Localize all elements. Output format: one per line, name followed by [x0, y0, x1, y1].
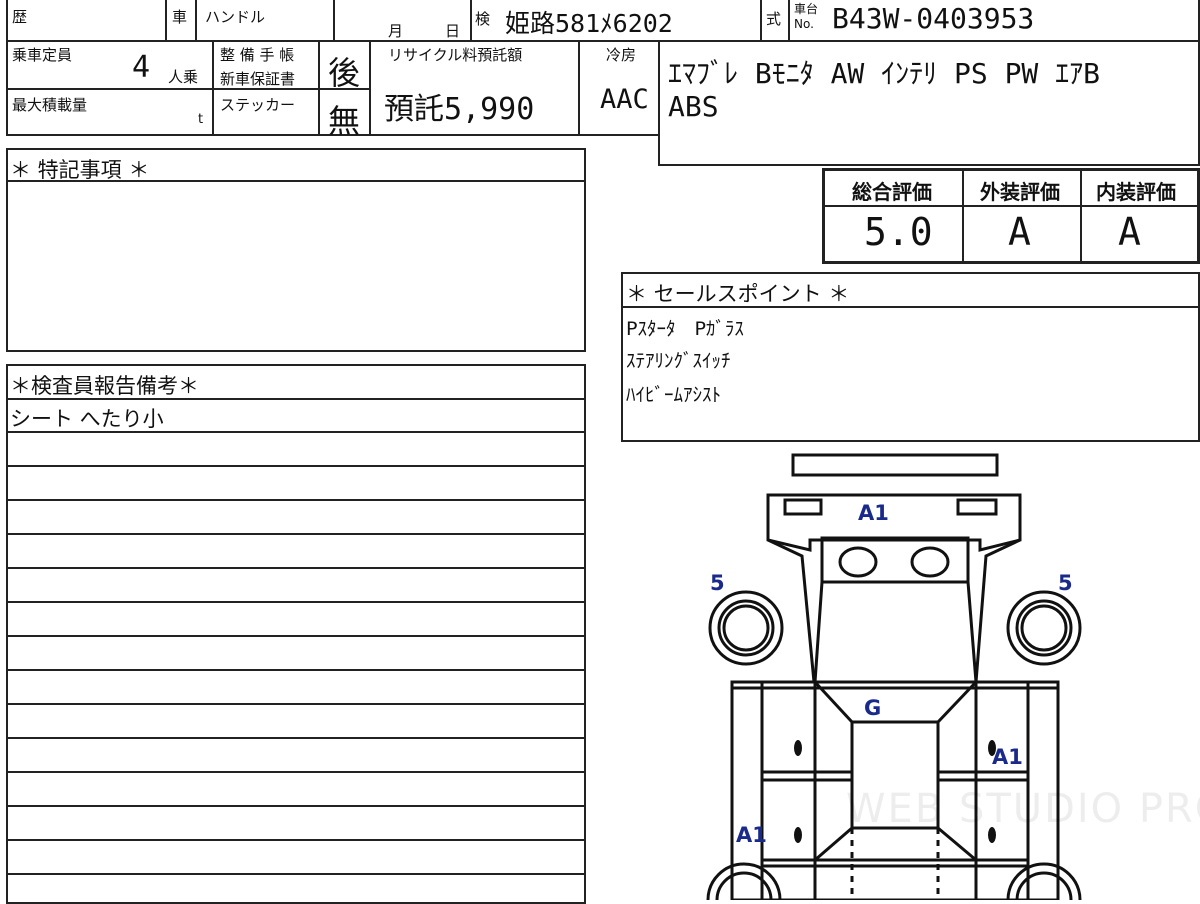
type-label: 式: [766, 10, 782, 28]
mark-left-rear: A1: [736, 823, 767, 847]
capacity-label: 乗車定員: [12, 46, 73, 64]
warranty-label: 新車保証書: [220, 70, 296, 88]
interior-rating-label: 内装評価: [1096, 180, 1176, 204]
interior-rating-value: A: [1118, 210, 1141, 254]
right-front-tire: [1006, 590, 1082, 666]
front-body: [766, 493, 1022, 552]
inspector-remark-line: シート へたり小: [10, 407, 164, 431]
special-notes-title: ＊ 特記事項 ＊: [10, 158, 150, 182]
chassis-label: 車台: [794, 2, 819, 16]
ac-label: 冷房: [606, 46, 637, 64]
inspection-label: 検: [475, 10, 491, 28]
ac-value: AAC: [600, 84, 649, 115]
recycle-label: リサイクル料預託額: [388, 46, 523, 64]
left-front-fender: [767, 538, 816, 684]
rear-window: [814, 826, 977, 862]
mark-front: A1: [858, 501, 889, 525]
sales-point-line: ﾊｲﾋﾞｰﾑｱｼｽﾄ: [626, 384, 722, 406]
hood: [820, 536, 970, 584]
equipment-line-1: ｴﾏﾌﾞﾚ Bﾓﾆﾀ AW ｲﾝﾃﾘ PS PW ｴｱB: [668, 57, 1101, 90]
left-front-tire: [708, 590, 784, 666]
chassis-number: B43W-0403953: [832, 2, 1035, 35]
handle-label: ハンドル: [205, 8, 266, 26]
left-headlight: [783, 498, 823, 516]
hood-mark-right: [910, 546, 950, 578]
maintenance-value: 後: [328, 54, 361, 92]
sticker-value: 無: [328, 102, 361, 140]
maxload-label: 最大積載量: [12, 96, 88, 114]
car-condition-diagram: A1 5 5 G A1 A1: [706, 453, 1082, 900]
hood-mark-left: [838, 546, 878, 578]
door-handle: [794, 740, 802, 756]
mark-right-front-tire: 5: [1058, 571, 1073, 595]
overall-rating-label: 総合評価: [852, 180, 932, 204]
day-label: 日: [445, 22, 461, 40]
mark-roof: G: [864, 696, 881, 720]
history-label: 歴: [12, 8, 28, 26]
mark-right-door: A1: [992, 745, 1023, 769]
capacity-value: 4: [132, 50, 151, 85]
maintenance-label: 整 備 手 帳: [220, 46, 295, 64]
left-rear-tire: [706, 862, 782, 900]
right-rear-tire: [1006, 862, 1082, 900]
sales-point-line: Pｽﾀｰﾀ Pｶﾞﾗｽ: [626, 318, 744, 340]
sticker-label: ステッカー: [220, 96, 296, 114]
overall-rating-value: 5.0: [864, 210, 933, 254]
plate-number: 姫路581ﾒ6202: [505, 9, 673, 38]
maxload-unit: t: [198, 112, 204, 127]
front-bumper: [791, 453, 999, 477]
sales-points-title: ＊ セールスポイント ＊: [626, 282, 850, 306]
exterior-rating-value: A: [1008, 210, 1031, 254]
watermark: WEB STUDIO PRO: [846, 786, 1200, 832]
chassis-no-label: No.: [794, 17, 814, 31]
capacity-unit: 人乗: [168, 68, 199, 86]
sales-point-line: ｽﾃｱﾘﾝｸﾞｽｲｯﾁ: [626, 350, 731, 372]
month-label: 月: [388, 22, 404, 40]
door-handle: [794, 827, 802, 843]
mark-left-front-tire: 5: [710, 571, 725, 595]
inspector-remarks-title: ＊検査員報告備考＊: [10, 374, 199, 398]
equipment-line-2: ABS: [668, 90, 719, 123]
a-pillars: [813, 581, 978, 683]
right-headlight: [956, 498, 998, 516]
inspector-remarks-box: [6, 364, 586, 904]
car-label: 車: [172, 8, 188, 26]
exterior-rating-label: 外装評価: [980, 180, 1060, 204]
recycle-value: 預託5,990: [384, 92, 535, 127]
